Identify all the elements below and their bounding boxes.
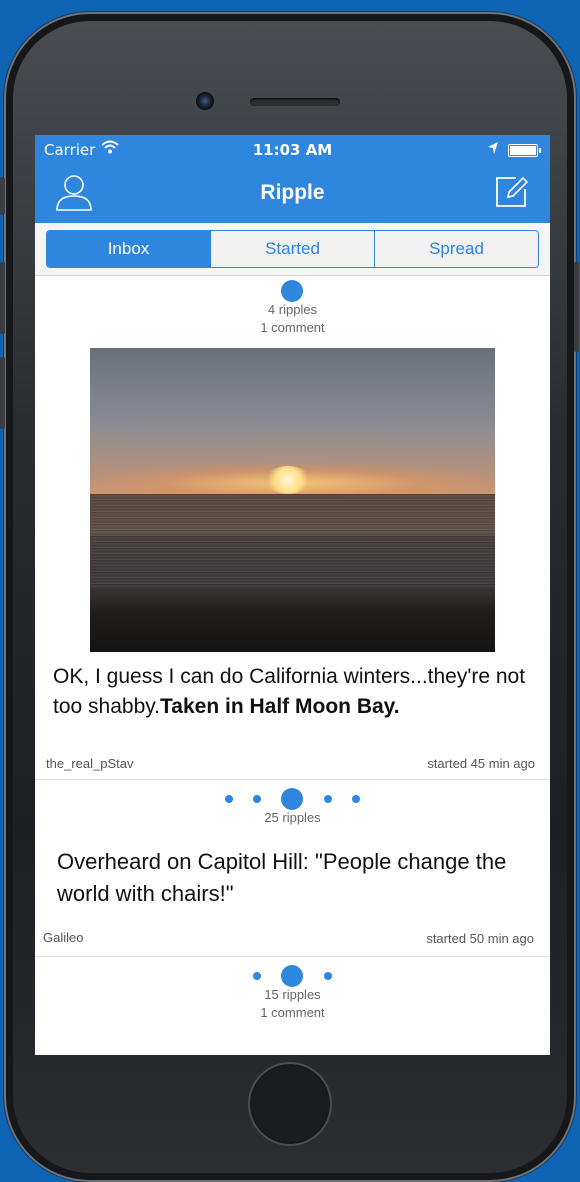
location-arrow-icon: [487, 141, 499, 159]
ripple-dot: [281, 965, 303, 987]
home-button[interactable]: [248, 1062, 332, 1146]
mute-switch: [0, 177, 5, 215]
post-card[interactable]: 25 ripples Overheard on Capitol Hill: "P…: [35, 780, 550, 957]
post-timestamp: started 50 min ago: [426, 931, 534, 946]
ripple-dot: [281, 280, 303, 302]
status-bar: Carrier 11:03 AM: [35, 135, 550, 165]
post-text-emphasis: Taken in Half Moon Bay.: [160, 695, 400, 718]
post-author[interactable]: Galileo: [43, 930, 83, 945]
ripple-count: 25 ripples: [264, 810, 321, 825]
post-timestamp: started 45 min ago: [427, 756, 535, 771]
ripple-dot: [253, 972, 261, 980]
nav-bar: Ripple: [35, 165, 550, 223]
photo-beach: [90, 588, 495, 652]
front-camera: [196, 92, 214, 110]
volume-down-button: [0, 357, 5, 429]
post-card[interactable]: 4 ripples 1 comment OK, I guess I can do…: [35, 276, 550, 780]
post-text: OK, I guess I can do California winters.…: [53, 662, 533, 722]
battery-icon: [508, 144, 541, 157]
tab-started[interactable]: Started: [210, 231, 374, 267]
tab-inbox[interactable]: Inbox: [47, 231, 210, 267]
earpiece-speaker: [250, 98, 340, 106]
volume-up-button: [0, 262, 5, 334]
comment-count[interactable]: 1 comment: [35, 319, 550, 337]
segment-bar: Inbox Started Spread: [35, 223, 550, 276]
power-button: [574, 262, 579, 352]
post-photo[interactable]: [90, 348, 495, 652]
compose-icon[interactable]: [494, 175, 529, 213]
post-author[interactable]: the_real_pStav: [46, 756, 133, 771]
ripple-dot: [324, 795, 332, 803]
ripple-dot: [253, 795, 261, 803]
comment-count[interactable]: 1 comment: [35, 1004, 550, 1022]
ripple-dot: [352, 795, 360, 803]
clock: 11:03 AM: [252, 141, 333, 159]
feed-list: 4 ripples 1 comment OK, I guess I can do…: [35, 276, 550, 1055]
app-screen: Carrier 11:03 AM Ripple Inbox Started Sp…: [35, 135, 550, 1055]
page-title: Ripple: [260, 181, 325, 204]
photo-sun: [265, 466, 311, 494]
ripple-dot: [324, 972, 332, 980]
ripple-count: 15 ripples: [264, 987, 321, 1002]
segmented-control: Inbox Started Spread: [46, 230, 539, 268]
ripple-dot: [281, 788, 303, 810]
ripple-dot: [225, 795, 233, 803]
photo-sea: [90, 494, 495, 594]
ripple-count: 4 ripples: [267, 302, 318, 317]
post-text: Overheard on Capitol Hill: "People chang…: [57, 849, 507, 906]
tab-spread[interactable]: Spread: [374, 231, 538, 267]
post-card[interactable]: 15 ripples 1 comment: [35, 957, 550, 1055]
